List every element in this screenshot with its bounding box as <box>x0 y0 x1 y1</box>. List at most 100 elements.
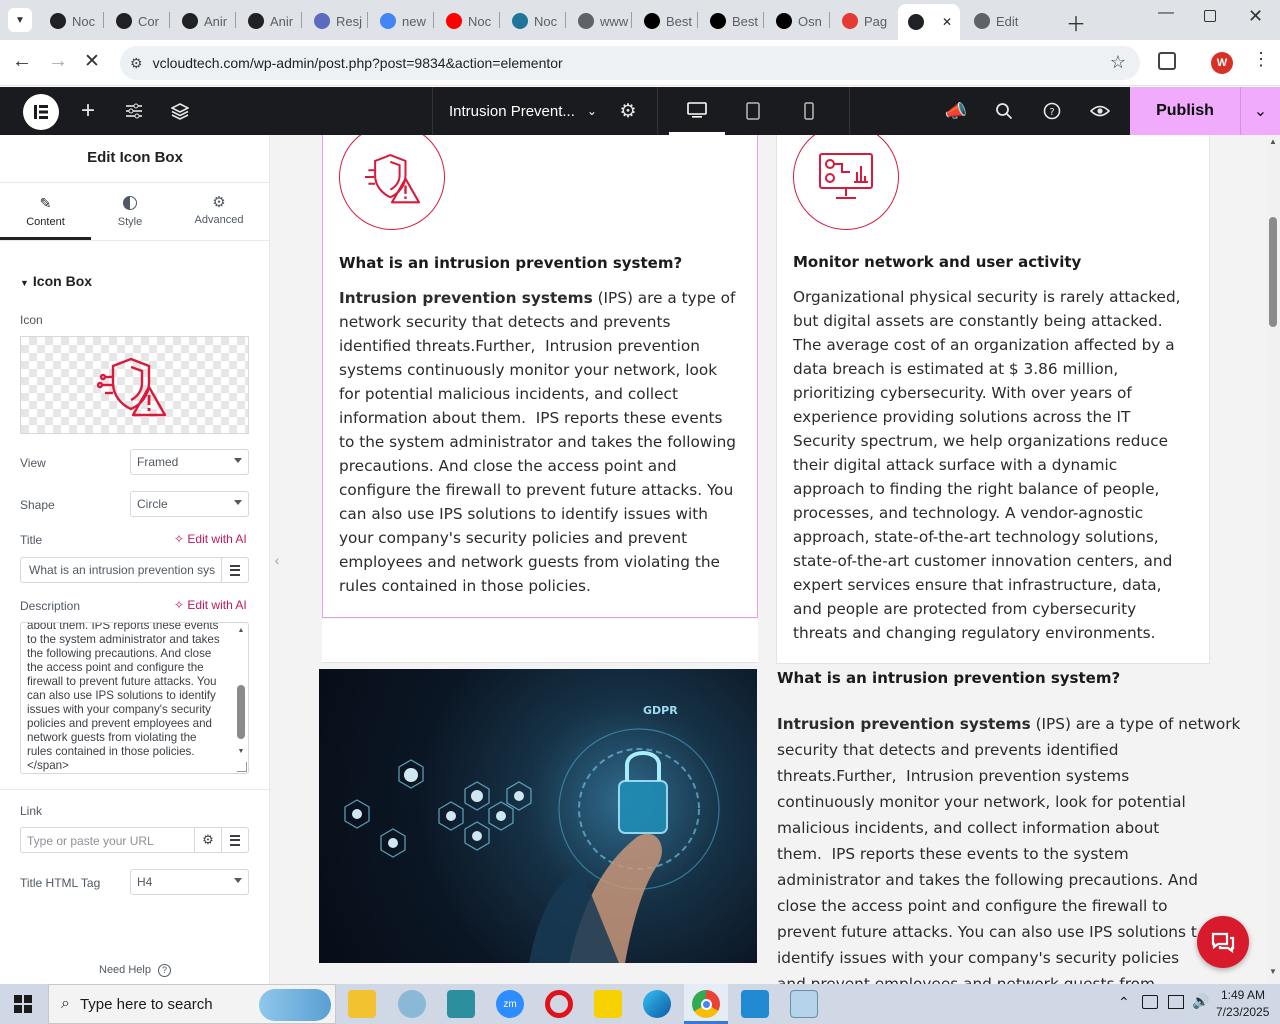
section-toggle[interactable]: ▼ Icon Box <box>20 273 92 289</box>
tablet-view-icon[interactable] <box>739 87 767 135</box>
icon-box-monitor[interactable]: Monitor network and user activity Organi… <box>776 135 1210 664</box>
browser-tab[interactable]: Noc <box>502 8 564 34</box>
shield-alert-icon <box>97 357 167 417</box>
extensions-icon[interactable] <box>1158 52 1176 70</box>
shape-select[interactable]: Circle <box>130 491 249 517</box>
publish-button[interactable]: Publish <box>1130 87 1240 135</box>
network-icon[interactable] <box>1168 995 1184 1009</box>
elementor-logo[interactable] <box>23 94 59 130</box>
gear-icon: ⚙ <box>202 832 214 847</box>
volume-icon[interactable]: 🔊 <box>1192 993 1209 1010</box>
description-text[interactable]: about them. IPS reports these events to t… <box>27 623 232 773</box>
add-element-icon[interactable]: + <box>74 87 102 135</box>
bookmark-star-icon[interactable]: ☆ <box>1110 52 1126 73</box>
browser-tab[interactable]: Edit <box>964 8 1026 34</box>
sticky-notes-icon[interactable] <box>594 990 622 1018</box>
icon-box-intrusion[interactable]: What is an intrusion prevention system? … <box>322 135 758 618</box>
browser-tab[interactable]: Noc <box>436 8 498 34</box>
browser-tab[interactable]: new <box>370 8 432 34</box>
taskbar-search-placeholder[interactable]: Type here to search <box>80 996 213 1013</box>
structure-layers-icon[interactable] <box>166 87 194 135</box>
page-settings-icon[interactable]: ⚙ <box>614 87 642 135</box>
desktop-view-icon[interactable] <box>669 87 725 135</box>
chrome-menu-icon[interactable]: ⋮ <box>1252 50 1270 68</box>
notifications-icon[interactable]: 📣 <box>942 87 970 135</box>
html-tag-select[interactable]: H4 <box>130 869 249 895</box>
browser-tab[interactable]: Anir <box>238 8 300 34</box>
app-hexagon-icon[interactable] <box>447 990 475 1018</box>
browser-tab[interactable]: Cor <box>106 8 168 34</box>
collapse-panel-handle[interactable]: ‹ <box>270 545 284 575</box>
editor-panel: Edit Icon Box ✎ Content Style ⚙ Advanced… <box>0 135 270 984</box>
title-edit-with-ai[interactable]: ✧ Edit with AI <box>174 532 247 546</box>
browser-tab[interactable]: Best <box>700 8 762 34</box>
restore-button[interactable] <box>1204 10 1216 22</box>
title-value[interactable]: What is an intrusion prevention sys <box>29 563 215 577</box>
description-textarea[interactable]: about them. IPS reports these events to t… <box>20 622 249 774</box>
link-dynamic-tags-button[interactable] <box>221 827 249 853</box>
scroll-down-arrow[interactable]: ▼ <box>1269 967 1277 976</box>
stop-loading-icon[interactable]: ✕ <box>84 50 100 73</box>
browser-tab[interactable]: Pag <box>832 8 894 34</box>
chat-widget-button[interactable] <box>1197 916 1249 968</box>
site-settings-icon[interactable] <box>120 87 148 135</box>
browser-tab[interactable]: www <box>568 8 630 34</box>
browser-tab[interactable]: Anir <box>172 8 234 34</box>
need-help-link[interactable]: Need Help ? <box>99 964 172 977</box>
title-input[interactable]: What is an intrusion prevention sys <box>20 557 222 583</box>
tab-advanced[interactable]: ⚙ Advanced <box>169 183 269 240</box>
vscode-icon[interactable] <box>741 990 769 1018</box>
meet-now-icon[interactable] <box>1142 995 1158 1009</box>
profile-avatar[interactable]: W <box>1211 52 1233 74</box>
site-info-icon[interactable]: ⚙ <box>130 55 143 72</box>
back-icon[interactable]: ← <box>12 50 32 73</box>
app-window-icon[interactable] <box>790 990 818 1018</box>
forward-icon[interactable]: → <box>48 50 68 73</box>
resize-handle[interactable] <box>237 762 247 772</box>
close-tab-icon[interactable]: ✕ <box>942 15 952 29</box>
taskbar-search-box[interactable]: ⌕ Type here to search <box>48 984 336 1024</box>
browser-tab[interactable]: Noc <box>40 8 102 34</box>
dynamic-tags-button[interactable] <box>221 557 249 583</box>
minimize-button[interactable]: — <box>1158 4 1174 22</box>
tab-search-button[interactable]: ▼ <box>8 8 32 32</box>
chrome-taskbar-item[interactable] <box>684 984 728 1024</box>
address-bar[interactable]: ⚙ vcloudtech.com/wp-admin/post.php?post=… <box>120 46 1140 80</box>
tab-style[interactable]: Style <box>91 183 169 240</box>
tab-content[interactable]: ✎ Content <box>0 183 91 240</box>
clock-date[interactable]: 7/23/2025 <box>1216 1005 1269 1019</box>
clock-time[interactable]: 1:49 AM <box>1221 988 1265 1002</box>
scroll-thumb[interactable] <box>237 685 245 739</box>
icon-picker[interactable] <box>20 336 249 434</box>
paint-app-icon[interactable] <box>398 990 426 1018</box>
scroll-up-arrow[interactable]: ▲ <box>1269 137 1277 146</box>
file-explorer-icon[interactable] <box>348 990 376 1018</box>
browser-tab[interactable]: ✕ <box>898 4 960 40</box>
browser-tab[interactable]: Osn <box>766 8 828 34</box>
browser-tab[interactable]: Best <box>634 8 696 34</box>
view-select[interactable]: Framed <box>130 449 249 475</box>
link-input[interactable]: Type or paste your URL <box>20 827 195 853</box>
paragraph-line: Security spectrum, we help organizations… <box>793 432 1169 450</box>
link-options-button[interactable]: ⚙ <box>194 827 222 853</box>
scroll-thumb[interactable] <box>1269 217 1277 327</box>
zoom-icon[interactable]: zm <box>496 990 524 1018</box>
scroll-down-arrow[interactable]: ▼ <box>236 748 246 755</box>
page-scrollbar[interactable]: ▲ ▼ <box>1266 135 1280 984</box>
url-text[interactable]: vcloudtech.com/wp-admin/post.php?post=98… <box>153 55 563 71</box>
help-icon[interactable]: ? <box>1038 87 1066 135</box>
start-button[interactable] <box>14 995 32 1013</box>
scroll-up-arrow[interactable]: ▲ <box>236 627 246 634</box>
mobile-view-icon[interactable] <box>795 87 823 135</box>
publish-options-button[interactable]: ⌄ <box>1240 87 1280 135</box>
description-edit-with-ai[interactable]: ✧ Edit with AI <box>174 598 247 612</box>
textarea-scrollbar[interactable]: ▲ ▼ <box>236 627 246 755</box>
tray-overflow-icon[interactable]: ⌃ <box>1118 994 1130 1011</box>
browser-tab[interactable]: Resj <box>304 8 366 34</box>
edge-icon[interactable] <box>643 990 671 1018</box>
new-tab-button[interactable]: ＋ <box>1066 8 1086 37</box>
opera-icon[interactable] <box>545 990 573 1018</box>
close-window-button[interactable]: ✕ <box>1248 6 1263 27</box>
search-icon[interactable] <box>990 87 1018 135</box>
preview-icon[interactable] <box>1086 87 1114 135</box>
